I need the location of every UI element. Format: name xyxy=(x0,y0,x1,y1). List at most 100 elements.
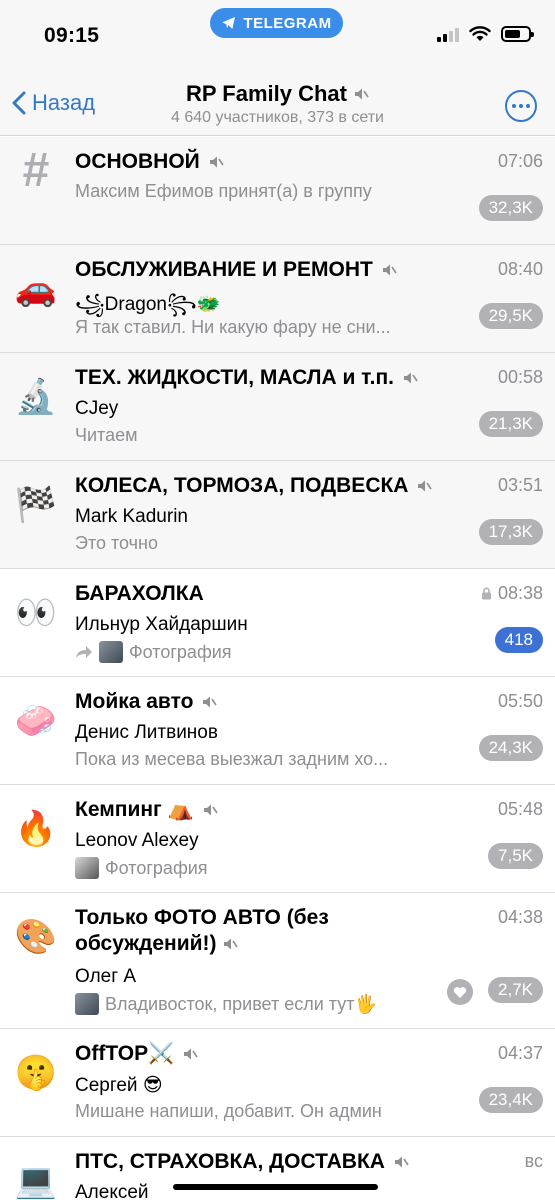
topic-time: 00:58 xyxy=(497,367,543,387)
topic-time: 07:06 xyxy=(497,151,543,171)
reaction-heart-icon xyxy=(447,979,473,1005)
soap-icon: 🧼 xyxy=(14,701,58,741)
topic-time: 04:38 xyxy=(497,907,543,927)
unread-badge: 23,4K xyxy=(478,1087,543,1113)
topic-title-text: ОБСЛУЖИВАНИЕ И РЕМОНТ xyxy=(75,258,373,281)
muted-icon xyxy=(382,264,397,276)
unread-badge: 24,3K xyxy=(478,735,543,761)
topic-preview: Пока из месева выезжал задним хо... xyxy=(75,749,389,769)
topic-row-pts[interactable]: 💻 ПТС, СТРАХОВКА, ДОСТАВКА вс Алексей xyxy=(0,1137,555,1200)
topic-title: ПТС, СТРАХОВКА, ДОСТАВКА xyxy=(75,1149,470,1175)
muted-icon xyxy=(224,938,239,950)
topic-time: 08:38 xyxy=(481,583,543,604)
topic-title: БАРАХОЛКА xyxy=(75,581,470,607)
topic-sender: Leonov Alexey xyxy=(75,830,199,851)
topic-title: Только ФОТО АВТО (без обсуждений!) xyxy=(75,905,470,957)
telegram-return-pill[interactable]: TELEGRAM xyxy=(210,8,343,38)
dot-icon xyxy=(512,104,516,108)
topic-title: ОБСЛУЖИВАНИЕ И РЕМОНТ xyxy=(75,257,470,283)
home-indicator[interactable] xyxy=(173,1184,378,1190)
topic-sender: Олег А xyxy=(75,966,137,987)
document-icon: 💻 xyxy=(14,1161,58,1200)
chat-title-text: RP Family Chat xyxy=(186,81,347,106)
hash-icon: # xyxy=(22,144,50,197)
topic-row-baraholka[interactable]: 👀 БАРАХОЛКА 08:38 Ильнур Хайдаршин Фотог… xyxy=(0,569,555,677)
battery-icon xyxy=(501,26,534,42)
topic-title-text: КОЛЕСА, ТОРМОЗА, ПОДВЕСКА xyxy=(75,474,409,497)
topic-title: Кемпинг ⛺ xyxy=(75,797,470,823)
muted-icon xyxy=(184,1048,198,1060)
topic-title: Мойка авто xyxy=(75,689,470,715)
checkered-flag-icon: 🏁 xyxy=(14,485,58,525)
topic-preview: Максим Ефимов принят(а) в группу xyxy=(75,181,372,201)
topic-preview: Фотография xyxy=(75,857,460,879)
topic-row-osnovnoi[interactable]: # ОСНОВНОЙ 07:06 Максим Ефимов принят(а)… xyxy=(0,137,555,245)
topic-preview-text: Фотография xyxy=(129,641,232,662)
palette-icon: 🎨 xyxy=(14,917,58,957)
muted-icon xyxy=(209,156,224,168)
topic-row-photo-only[interactable]: 🎨 Только ФОТО АВТО (без обсуждений!) 04:… xyxy=(0,893,555,1029)
telegram-plane-icon xyxy=(222,17,236,29)
unread-badge: 2,7K xyxy=(488,977,543,1003)
chat-title[interactable]: RP Family Chat xyxy=(0,81,555,107)
topic-time-text: 08:38 xyxy=(497,583,543,603)
topic-row-fluids[interactable]: 🔬 ТЕХ. ЖИДКОСТИ, МАСЛА и т.п. 00:58 CJey… xyxy=(0,353,555,461)
muted-icon xyxy=(403,372,418,384)
topic-title-text: OffTOP⚔️ xyxy=(75,1042,175,1065)
lock-icon xyxy=(481,587,491,600)
muted-icon xyxy=(203,696,218,708)
more-options-button[interactable] xyxy=(505,90,537,122)
photo-thumbnail xyxy=(75,857,99,879)
topic-title-text: Мойка авто xyxy=(75,690,194,713)
topic-title-text: Кемпинг ⛺ xyxy=(75,798,194,821)
topics-list: # ОСНОВНОЙ 07:06 Максим Ефимов принят(а)… xyxy=(0,137,555,1200)
topic-title-text: ОСНОВНОЙ xyxy=(75,150,200,173)
eyes-icon: 👀 xyxy=(14,593,58,633)
topic-preview: Владивосток, привет если тут🖐 xyxy=(75,993,445,1015)
unread-badge: 17,3K xyxy=(478,519,543,545)
unread-badge: 21,3K xyxy=(478,411,543,437)
topic-sender: Алексей xyxy=(75,1182,149,1200)
dot-icon xyxy=(526,104,530,108)
topic-title-text: БАРАХОЛКА xyxy=(75,582,204,605)
topic-row-wash[interactable]: 🧼 Мойка авто 05:50 Денис Литвинов Пока и… xyxy=(0,677,555,785)
topic-preview-text: Владивосток, привет если тут🖐 xyxy=(105,993,377,1014)
topic-title: ТЕХ. ЖИДКОСТИ, МАСЛА и т.п. xyxy=(75,365,470,391)
topic-row-offtop[interactable]: 🤫 OffTOP⚔️ 04:37 Сергей 😎 Мишане напиши,… xyxy=(0,1029,555,1137)
topic-row-camping[interactable]: 🔥 Кемпинг ⛺ 05:48 Leonov Alexey Фотограф… xyxy=(0,785,555,893)
car-icon: 🚗 xyxy=(14,269,58,309)
topic-title-text: ПТС, СТРАХОВКА, ДОСТАВКА xyxy=(75,1150,385,1173)
topic-title: КОЛЕСА, ТОРМОЗА, ПОДВЕСКА xyxy=(75,473,470,499)
cellular-signal-icon xyxy=(437,26,459,42)
topic-time: вс xyxy=(524,1151,543,1171)
muted-icon xyxy=(354,88,369,100)
status-time: 09:15 xyxy=(44,24,100,47)
topic-title-text: Только ФОТО АВТО (без обсуждений!) xyxy=(75,906,329,955)
chat-header: Назад RP Family Chat 4 640 участников, 3… xyxy=(0,70,555,136)
dot-icon xyxy=(519,104,523,108)
topic-sender: Денис Литвинов xyxy=(75,722,218,743)
topic-preview: Это точно xyxy=(75,533,158,553)
topic-time: 03:51 xyxy=(497,475,543,495)
topic-sender: CJey xyxy=(75,398,119,419)
topic-sender: Ильнур Хайдаршин xyxy=(75,614,248,635)
shushing-face-icon: 🤫 xyxy=(14,1053,58,1093)
chat-subtitle: 4 640 участников, 373 в сети xyxy=(170,109,384,126)
status-bar: 09:15 TELEGRAM xyxy=(0,0,555,70)
topic-preview: Фотография xyxy=(75,641,460,663)
topic-preview-text: Фотография xyxy=(105,857,208,878)
topic-sender: Mark Kadurin xyxy=(75,506,188,527)
unread-badge: 32,3K xyxy=(478,195,543,221)
topic-time: 04:37 xyxy=(497,1043,543,1063)
unread-badge: 418 xyxy=(494,627,543,653)
muted-icon xyxy=(418,480,433,492)
muted-icon xyxy=(394,1156,409,1168)
topic-time: 05:50 xyxy=(497,691,543,711)
topic-preview: Читаем xyxy=(75,425,138,445)
topic-row-wheels[interactable]: 🏁 КОЛЕСА, ТОРМОЗА, ПОДВЕСКА 03:51 Mark K… xyxy=(0,461,555,569)
topic-time: 08:40 xyxy=(497,259,543,279)
microscope-icon: 🔬 xyxy=(14,377,58,417)
forward-arrow-icon xyxy=(76,646,92,658)
photo-thumbnail xyxy=(99,641,123,663)
topic-row-service[interactable]: 🚗 ОБСЛУЖИВАНИЕ И РЕМОНТ 08:40 ꧁Dragon꧂🐲 … xyxy=(0,245,555,353)
